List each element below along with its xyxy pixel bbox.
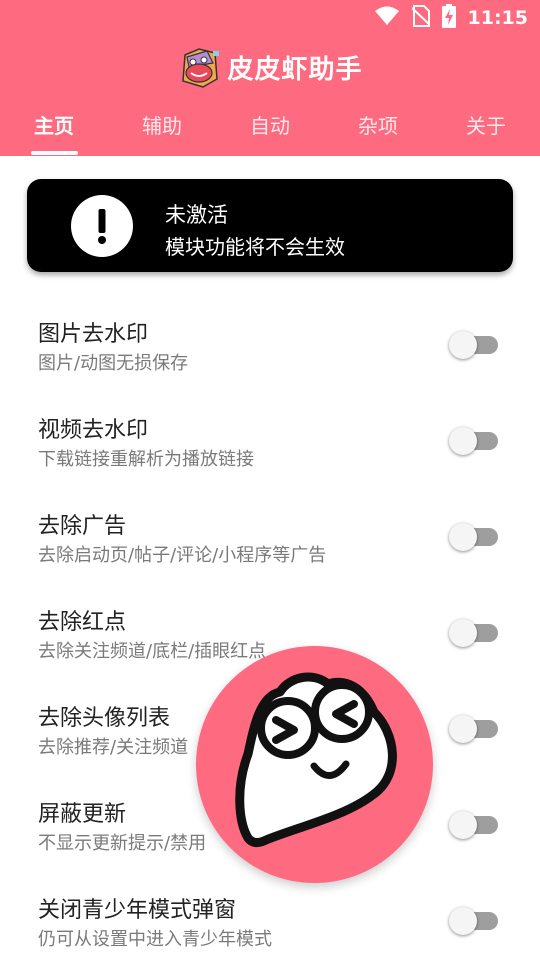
status-time: 11:15 bbox=[467, 7, 528, 29]
setting-title: 关闭青少年模式弹窗 bbox=[38, 898, 237, 923]
battery-charging-icon bbox=[441, 4, 456, 32]
teen-mode-popup-switch[interactable] bbox=[448, 906, 502, 935]
app-logo-icon bbox=[177, 45, 221, 89]
alert-icon bbox=[71, 195, 133, 257]
warning-subtitle: 模块功能将不会生效 bbox=[165, 235, 345, 259]
tab-assist[interactable]: 辅助 bbox=[108, 106, 216, 150]
remove-ads-switch[interactable] bbox=[448, 522, 502, 551]
setting-title: 图片去水印 bbox=[38, 322, 149, 347]
remove-red-dots-switch[interactable] bbox=[448, 618, 502, 647]
app-bar: 11:15 皮皮虾助手 主页 辅助 自动 杂项 关于 bbox=[0, 0, 540, 156]
setting-description: 下载链接重解析为播放链接 bbox=[38, 449, 254, 470]
tab-bar: 主页 辅助 自动 杂项 关于 bbox=[0, 106, 540, 150]
video-watermark-switch[interactable] bbox=[448, 426, 502, 455]
no-sim-icon bbox=[410, 5, 431, 31]
setting-title: 去除红点 bbox=[38, 610, 127, 635]
setting-description: 去除推荐/关注频道 bbox=[38, 737, 189, 758]
tab-misc[interactable]: 杂项 bbox=[324, 106, 432, 150]
setting-image-watermark[interactable]: 图片去水印 图片/动图无损保存 bbox=[0, 296, 540, 392]
setting-title: 视频去水印 bbox=[38, 418, 149, 443]
warning-title: 未激活 bbox=[165, 203, 228, 227]
tab-home[interactable]: 主页 bbox=[0, 106, 108, 150]
tab-indicator bbox=[31, 151, 78, 155]
setting-teen-mode-popup[interactable]: 关闭青少年模式弹窗 仍可从设置中进入青少年模式 bbox=[0, 872, 540, 960]
tab-about[interactable]: 关于 bbox=[432, 106, 540, 150]
title-row: 皮皮虾助手 bbox=[0, 44, 540, 90]
tab-auto[interactable]: 自动 bbox=[216, 106, 324, 150]
remove-avatar-list-switch[interactable] bbox=[448, 714, 502, 743]
block-updates-switch[interactable] bbox=[448, 810, 502, 839]
inactive-warning-card: 未激活 模块功能将不会生效 bbox=[27, 179, 513, 272]
setting-title: 屏蔽更新 bbox=[38, 802, 127, 827]
setting-description: 图片/动图无损保存 bbox=[38, 353, 189, 374]
setting-remove-ads[interactable]: 去除广告 去除启动页/帖子/评论/小程序等广告 bbox=[0, 488, 540, 584]
image-watermark-switch[interactable] bbox=[448, 330, 502, 359]
setting-title: 去除头像列表 bbox=[38, 706, 171, 731]
setting-description: 仍可从设置中进入青少年模式 bbox=[38, 929, 272, 950]
setting-video-watermark[interactable]: 视频去水印 下载链接重解析为播放链接 bbox=[0, 392, 540, 488]
setting-description: 不显示更新提示/禁用 bbox=[38, 833, 207, 854]
setting-description: 去除启动页/帖子/评论/小程序等广告 bbox=[38, 545, 327, 566]
wifi-icon bbox=[374, 6, 400, 30]
status-icons: 11:15 bbox=[374, 4, 528, 32]
floating-action-button[interactable] bbox=[196, 646, 433, 883]
setting-title: 去除广告 bbox=[38, 514, 127, 539]
app-title: 皮皮虾助手 bbox=[227, 54, 363, 85]
status-bar: 11:15 bbox=[0, 0, 540, 36]
